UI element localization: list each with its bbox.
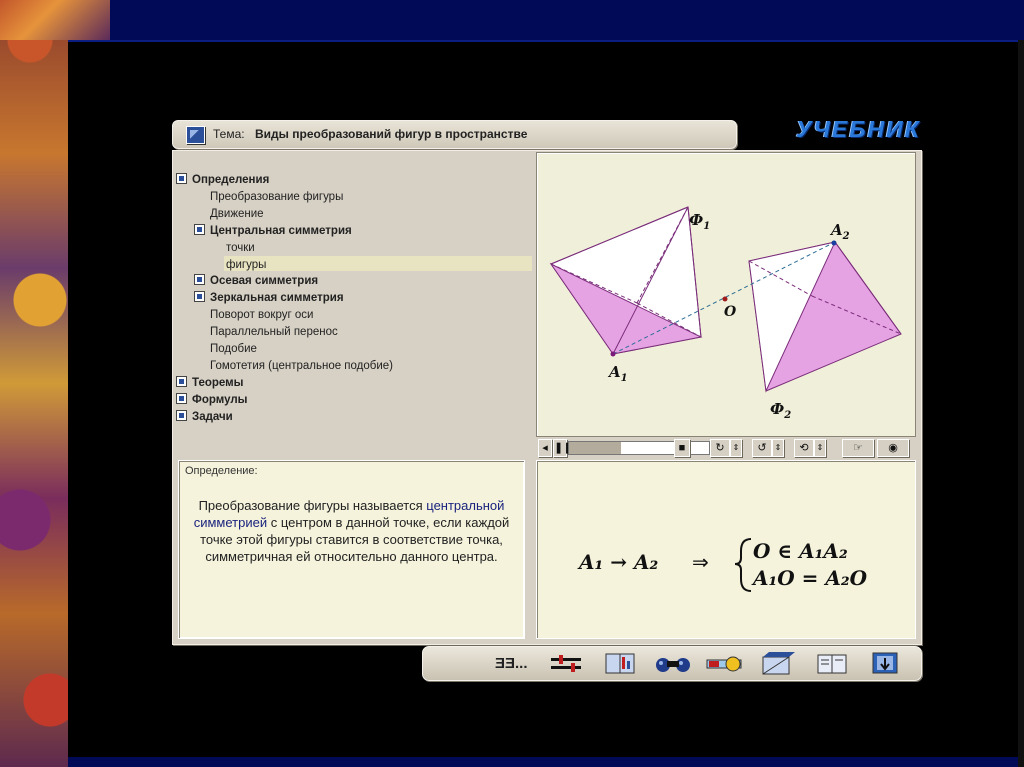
point-a1: [610, 351, 616, 357]
formula-line2: A₁O = A₂O: [751, 566, 868, 590]
stop-button[interactable]: ■: [674, 439, 690, 457]
tree-item[interactable]: Формулы: [176, 392, 247, 408]
rotate-x-spinner[interactable]: ⇕: [730, 439, 742, 457]
expand-box-icon[interactable]: [194, 274, 205, 286]
tree-item[interactable]: Определения: [176, 172, 269, 188]
decorative-background: [0, 0, 68, 767]
tree-item[interactable]: Задачи: [176, 409, 233, 425]
rotate-z-icon[interactable]: ⟲: [794, 439, 814, 457]
bottom-toolbar: ƎƎ...: [422, 646, 922, 681]
tree-item[interactable]: Движение: [210, 206, 264, 222]
svg-text:A2: A2: [829, 221, 850, 242]
tree-item[interactable]: Поворот вокруг оси: [210, 307, 313, 323]
expand-box-icon[interactable]: [176, 392, 187, 404]
bottom-banner: [68, 757, 1024, 767]
rotate-z-spinner[interactable]: ⇕: [814, 439, 826, 457]
label-a1: A: [607, 363, 621, 381]
tree-item[interactable]: Теоремы: [176, 375, 243, 391]
tree-item[interactable]: Осевая симметрия: [194, 273, 318, 289]
tree-item-label: Теоремы: [192, 376, 244, 389]
definition-label: Определение:: [185, 465, 258, 477]
diagram-panel: Ф1 A2 O A1 Ф2: [536, 152, 916, 437]
cube-cut-icon[interactable]: [759, 651, 795, 676]
tree-item-label: Формулы: [192, 393, 248, 406]
point-a2: [831, 240, 837, 246]
decorative-corner: [0, 0, 110, 40]
hand-icon[interactable]: ☞: [842, 439, 874, 457]
tree-item[interactable]: Подобие: [210, 341, 257, 357]
formula-panel: A₁ → A₂ ⇒ O ∈ A₁A₂ A₁O = A₂O: [536, 460, 916, 639]
text-direction-icon[interactable]: ƎƎ...: [495, 651, 529, 676]
implies-symbol: ⇒: [692, 550, 709, 574]
expand-box-icon[interactable]: [194, 291, 205, 303]
tree-item-label: Преобразование фигуры: [210, 190, 344, 203]
book-chart-icon[interactable]: [603, 651, 637, 676]
tree-item-label: Центральная симметрия: [210, 224, 352, 237]
pause-button[interactable]: ❚❚: [553, 439, 572, 457]
app-logo: УЧЕБНИК: [796, 116, 921, 142]
system-brace: [734, 538, 752, 592]
rotate-y-icon[interactable]: ↺: [752, 439, 772, 457]
tree-item[interactable]: Центральная симметрия: [194, 223, 352, 239]
expand-box-icon[interactable]: [176, 173, 187, 184]
formula: A₁ → A₂ ⇒ O ∈ A₁A₂ A₁O = A₂O: [577, 538, 868, 592]
player-icon[interactable]: [705, 651, 742, 676]
slider-fill: [569, 442, 621, 454]
exit-arrow-icon[interactable]: [869, 651, 903, 676]
tree-item-label: Определения: [192, 174, 270, 186]
tree-item-label: Осевая симметрия: [210, 275, 319, 288]
tree-item[interactable]: Зеркальная симметрия: [194, 290, 344, 306]
volume-icon[interactable]: ◂: [538, 439, 552, 457]
rotate-y-spinner[interactable]: ⇕: [772, 439, 784, 457]
tree-item-label: Движение: [210, 207, 264, 220]
topic-label: Тема:: [213, 127, 245, 141]
right-edge: [1018, 40, 1024, 767]
tree-item-label: точки: [226, 241, 255, 254]
definition-panel: Определение: Преобразование фигуры назыв…: [178, 460, 525, 639]
tree-item-label: Зеркальная симметрия: [210, 292, 344, 305]
topic-icon[interactable]: [186, 126, 205, 144]
tree-item-label: фигуры: [226, 258, 267, 271]
tree-item-label: Поворот вокруг оси: [210, 309, 314, 322]
topic-tree: Определения Преобразование фигуры Движение…: [172, 152, 532, 452]
tree-item[interactable]: Гомотетия (центральное подобие): [210, 358, 393, 374]
tree-item[interactable]: Преобразование фигуры: [210, 189, 343, 205]
label-a1-sub: 1: [621, 373, 628, 384]
tree-item[interactable]: точки: [226, 240, 255, 256]
definition-text: Преобразование фигуры называется централ…: [189, 497, 514, 565]
label-phi2: Ф: [770, 400, 784, 418]
label-a2-sub: 2: [842, 231, 850, 242]
animation-controls: ◂ ❚❚ ■ ↻ ⇕ ↺ ⇕ ⟲ ⇕ ☞ ◉: [536, 437, 914, 459]
tree-item[interactable]: фигуры: [226, 257, 266, 273]
expand-box-icon[interactable]: [176, 409, 187, 421]
formula-line1: O ∈ A₁A₂: [753, 539, 848, 563]
expand-box-icon[interactable]: [194, 223, 205, 235]
label-phi2-sub: 2: [783, 410, 791, 421]
label-a2: A: [829, 221, 843, 239]
eye-icon[interactable]: ◉: [877, 439, 909, 457]
central-symmetry-diagram: Ф1 A2 O A1 Ф2: [549, 206, 902, 421]
rotate-x-icon[interactable]: ↻: [710, 439, 730, 457]
svg-text:Ф1: Ф1: [689, 211, 710, 232]
notebook-icon[interactable]: [815, 651, 849, 676]
expand-box-icon[interactable]: [176, 375, 187, 387]
tree-item-label: Задачи: [192, 410, 233, 423]
sliders-icon[interactable]: [549, 651, 583, 676]
topic-title-bar: Тема: Виды преобразований фигур в простр…: [172, 120, 737, 149]
top-banner: [68, 0, 1024, 42]
tree-item-label: Гомотетия (центральное подобие): [210, 359, 394, 372]
label-o: O: [724, 304, 737, 320]
definition-text-start: Преобразование фигуры называется: [198, 498, 423, 513]
binoculars-icon[interactable]: [653, 651, 690, 676]
formula-mapping: A₁ → A₂: [577, 550, 658, 574]
svg-text:A1: A1: [607, 363, 628, 384]
tree-item[interactable]: Параллельный перенос: [210, 324, 338, 340]
label-phi1-sub: 1: [703, 221, 710, 232]
center-point-o: [722, 296, 728, 302]
tree-item-label: Подобие: [210, 343, 257, 355]
tree-item-label: Параллельный перенос: [210, 326, 338, 339]
label-phi1: Ф: [689, 211, 703, 229]
topic-title: Виды преобразований фигур в пространстве: [255, 127, 528, 141]
svg-text:Ф2: Ф2: [770, 400, 791, 421]
